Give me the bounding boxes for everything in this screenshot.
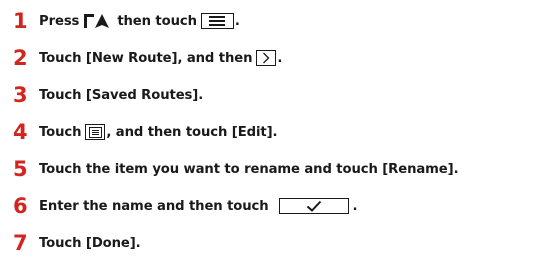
step-text: Press	[39, 13, 80, 29]
map-position-icon	[83, 12, 111, 30]
step-text: Touch [Saved Routes].	[39, 87, 204, 103]
checkmark-icon	[278, 198, 349, 214]
step-number: 7	[13, 230, 28, 255]
step-2: 2 Touch [New Route], and then .	[13, 46, 282, 70]
step-number: 5	[13, 156, 28, 181]
menu-icon	[200, 13, 234, 29]
step-1: 1 Press then touch .	[13, 9, 240, 33]
chevron-right-icon	[256, 50, 277, 66]
step-text: Enter the name and then touch	[39, 198, 269, 214]
step-3: 3 Touch [Saved Routes].	[13, 83, 203, 107]
step-text: .	[234, 13, 240, 29]
list-icon	[85, 124, 106, 140]
step-number: 6	[13, 193, 28, 218]
step-text: .	[352, 198, 358, 214]
step-text: Touch	[39, 124, 82, 140]
step-text: then touch	[117, 13, 197, 29]
step-number: 4	[13, 119, 28, 144]
step-4: 4 Touch , and then touch [Edit].	[13, 119, 278, 144]
step-7: 7 Touch [Done].	[13, 231, 141, 255]
step-6: 6 Enter the name and then touch .	[13, 193, 358, 218]
step-text: .	[277, 50, 283, 66]
step-text: Touch [Done].	[39, 235, 141, 251]
step-number: 2	[13, 45, 28, 70]
step-5: 5 Touch the item you want to rename and …	[13, 157, 459, 181]
step-text: Touch the item you want to rename and to…	[39, 161, 459, 177]
step-text: Touch [New Route], and then	[39, 50, 253, 66]
step-number: 1	[13, 8, 28, 33]
step-number: 3	[13, 82, 28, 107]
step-text: , and then touch [Edit].	[106, 124, 278, 140]
